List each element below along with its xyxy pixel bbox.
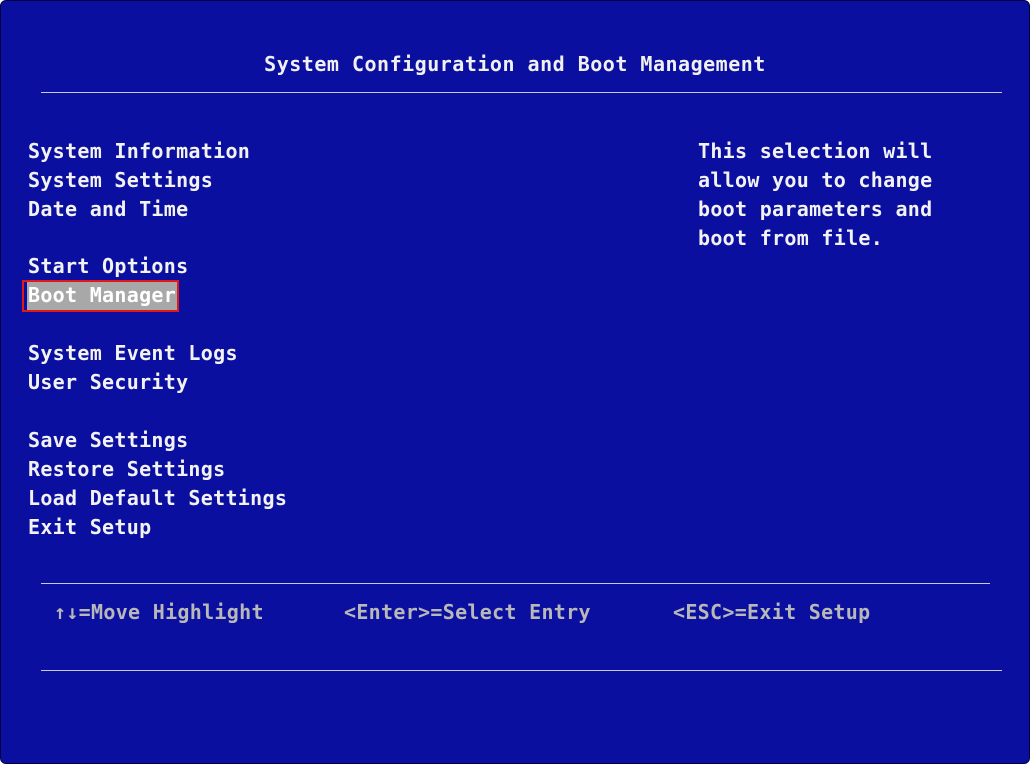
footer-move-highlight-hint: ↑↓=Move Highlight [54,600,264,624]
menu-item-load-default-settings[interactable]: Load Default Settings [28,484,287,513]
menu-item-user-security[interactable]: User Security [28,368,188,397]
footer-exit-setup-hint: <ESC>=Exit Setup [673,600,871,624]
menu-item-date-and-time[interactable]: Date and Time [28,195,188,224]
menu-item-restore-settings[interactable]: Restore Settings [28,455,225,484]
help-line: allow you to change [698,168,933,192]
selection-highlight-outline [22,280,179,312]
footer-select-entry-hint: <Enter>=Select Entry [344,600,591,624]
menu-item-system-settings[interactable]: System Settings [28,166,213,195]
footer-top-divider [41,583,990,584]
menu-item-system-information[interactable]: System Information [28,137,250,166]
menu-item-start-options[interactable]: Start Options [28,252,188,281]
menu-item-system-event-logs[interactable]: System Event Logs [28,339,238,368]
help-line: boot parameters and [698,197,933,221]
help-line: boot from file. [698,226,884,250]
menu-item-save-settings[interactable]: Save Settings [28,426,188,455]
footer-bottom-divider [41,670,1002,671]
bios-setup-screen: System Configuration and Boot Management… [0,0,1030,764]
menu-item-exit-setup[interactable]: Exit Setup [28,513,151,542]
page-title: System Configuration and Boot Management [264,52,766,76]
top-divider [41,92,1002,93]
help-line: This selection will [698,139,933,163]
help-text: This selection will allow you to change … [698,137,998,253]
